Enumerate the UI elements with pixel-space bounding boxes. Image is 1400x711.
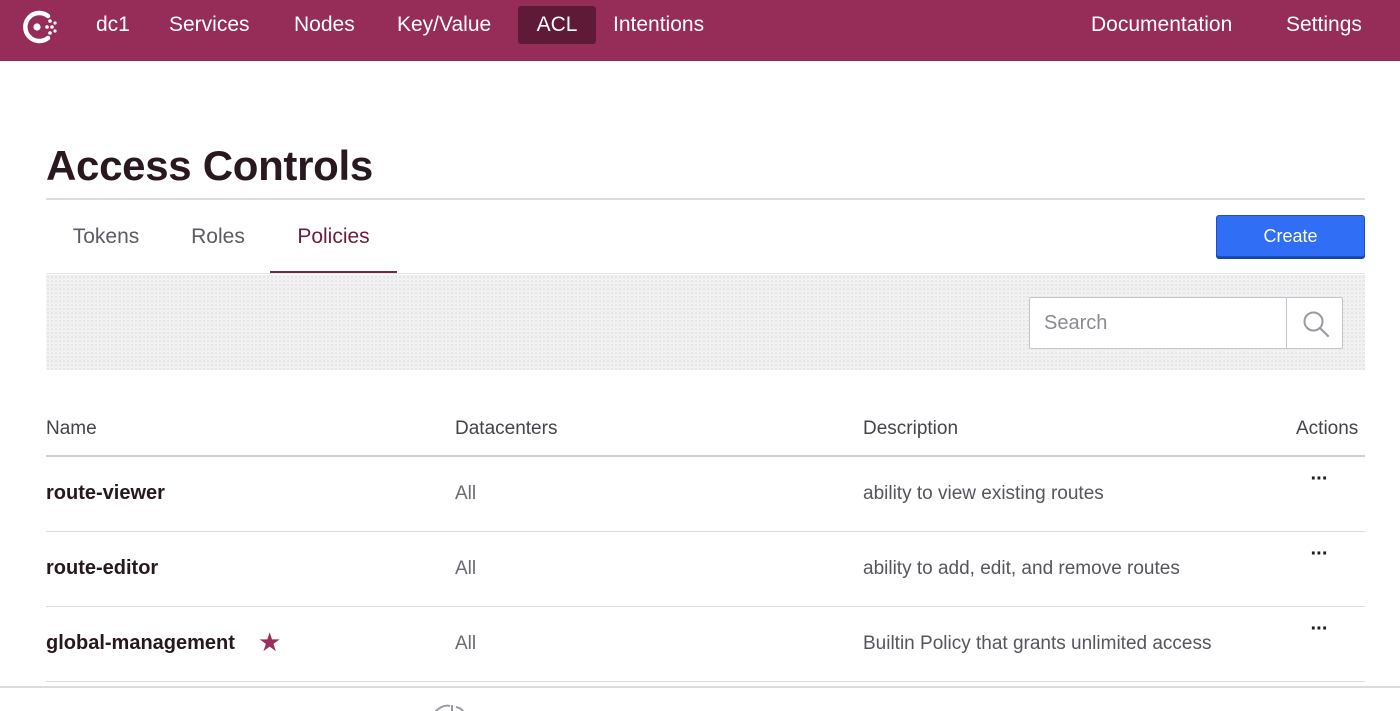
nav-acl[interactable]: ACL xyxy=(518,6,596,44)
page-title: Access Controls xyxy=(46,142,373,189)
footer-logo-icon xyxy=(432,700,468,711)
policy-name[interactable]: route-editor xyxy=(46,557,158,580)
tab-policies[interactable]: Policies xyxy=(270,212,397,274)
tab-roles[interactable]: Roles xyxy=(166,212,270,274)
search-icon xyxy=(1303,311,1330,338)
column-header-description: Description xyxy=(863,418,959,439)
table-row[interactable]: route-viewer All ability to view existin… xyxy=(46,457,1365,532)
column-header-datacenters: Datacenters xyxy=(455,418,558,439)
policy-description: ability to add, edit, and remove routes xyxy=(863,558,1180,579)
top-navigation: dc1 Services Nodes Key/Value ACL Intenti… xyxy=(0,0,1400,61)
ellipsis-icon[interactable]: ··· xyxy=(1304,469,1334,497)
table-row[interactable]: global-management ★ All Builtin Policy t… xyxy=(46,607,1365,682)
search-input[interactable] xyxy=(1030,298,1286,348)
ellipsis-icon[interactable]: ··· xyxy=(1304,544,1334,572)
nav-settings[interactable]: Settings xyxy=(1268,6,1380,44)
nav-datacenter-dc1[interactable]: dc1 xyxy=(78,6,148,44)
nav-intentions[interactable]: Intentions xyxy=(595,6,722,44)
policy-name[interactable]: global-management xyxy=(46,632,235,655)
column-header-name: Name xyxy=(46,418,97,439)
policy-description: ability to view existing routes xyxy=(863,483,1104,504)
nav-nodes[interactable]: Nodes xyxy=(276,6,373,44)
policy-datacenters: All xyxy=(455,483,477,504)
tabs-divider xyxy=(46,273,1365,274)
search-box xyxy=(1029,297,1343,349)
policy-description: Builtin Policy that grants unlimited acc… xyxy=(863,633,1212,654)
policy-datacenters: All xyxy=(455,633,477,654)
column-header-actions: Actions xyxy=(1296,418,1359,439)
ellipsis-icon[interactable]: ··· xyxy=(1304,619,1334,647)
policy-datacenters: All xyxy=(455,558,477,579)
footer-divider xyxy=(0,686,1400,688)
nav-services[interactable]: Services xyxy=(151,6,268,44)
table-row[interactable]: route-editor All ability to add, edit, a… xyxy=(46,532,1365,607)
search-button[interactable] xyxy=(1286,298,1343,348)
title-divider xyxy=(46,198,1365,200)
nav-key-value[interactable]: Key/Value xyxy=(379,6,509,44)
create-button[interactable]: Create xyxy=(1216,215,1365,257)
consul-logo-icon[interactable] xyxy=(18,7,62,45)
star-icon: ★ xyxy=(258,627,282,657)
nav-documentation[interactable]: Documentation xyxy=(1073,6,1250,44)
policy-name[interactable]: route-viewer xyxy=(46,482,165,505)
tab-tokens[interactable]: Tokens xyxy=(46,212,166,274)
